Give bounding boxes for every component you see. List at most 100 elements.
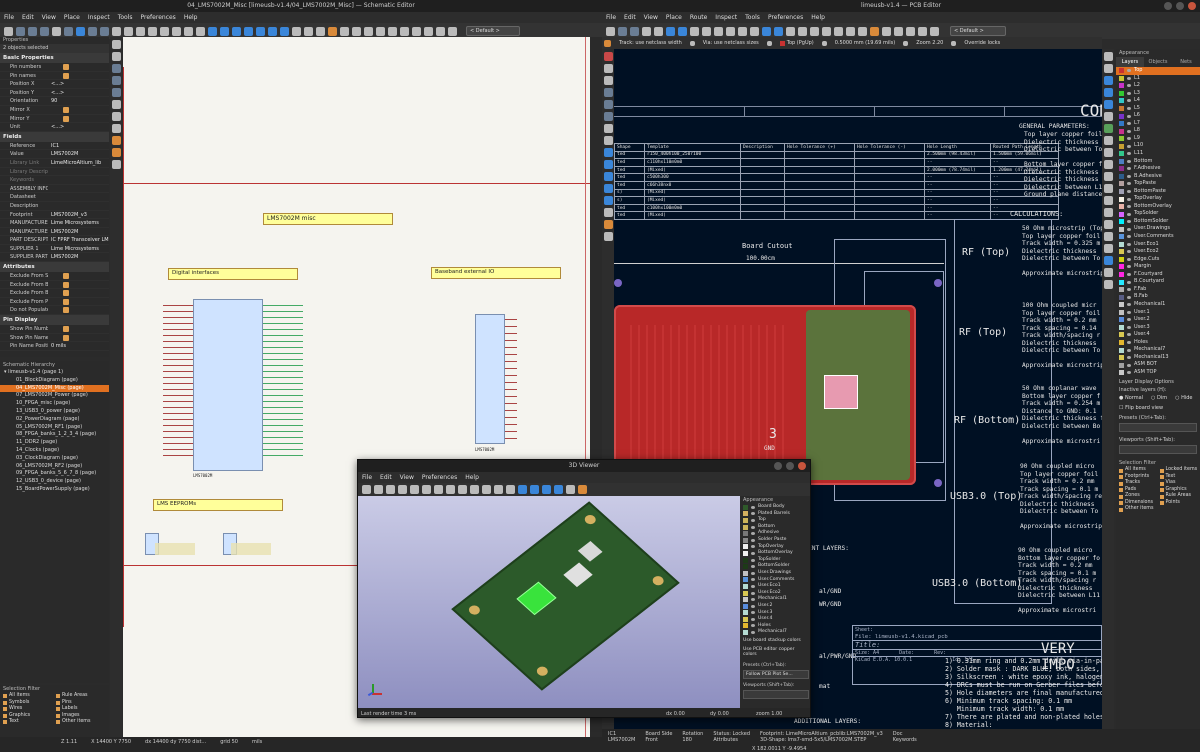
visibility-eye-icon[interactable] xyxy=(751,545,755,549)
property-value[interactable]: IC1 xyxy=(48,142,109,150)
visibility-eye-icon[interactable] xyxy=(751,518,755,522)
layer-row[interactable]: User.3 xyxy=(1116,324,1200,332)
baseband-io-symbol[interactable] xyxy=(475,314,505,444)
visibility-eye-icon[interactable] xyxy=(751,611,755,615)
visibility-eye-icon[interactable] xyxy=(1127,250,1131,254)
property-value[interactable] xyxy=(48,176,109,184)
property-row[interactable]: ASSEMBLY INFO xyxy=(0,185,109,194)
property-row[interactable]: SUPPLIER PART NLMS7002M xyxy=(0,253,109,263)
visibility-eye-icon[interactable] xyxy=(751,604,755,608)
rotate-x-icon[interactable] xyxy=(446,485,455,494)
net-navigator-icon[interactable] xyxy=(111,160,121,169)
symbol-fields-icon[interactable] xyxy=(340,26,349,36)
track-width-select[interactable]: Track: use netclass width xyxy=(619,40,682,46)
footprint-browser-icon[interactable] xyxy=(846,26,855,36)
property-row[interactable]: Datasheet xyxy=(0,193,109,202)
pin-display-header[interactable]: Pin Display xyxy=(0,315,109,326)
layer-row[interactable]: User.2 xyxy=(740,603,810,610)
layer-row[interactable]: BottomOverlay xyxy=(740,550,810,557)
property-row[interactable]: Exclude From Sim xyxy=(0,272,109,281)
menu-item[interactable]: Preferences xyxy=(768,12,803,23)
hierarchy-item[interactable]: 05_LMS7002M_RF1 (page) xyxy=(0,424,109,432)
layer-row[interactable]: L11 xyxy=(1116,150,1200,158)
update-from-schematic-icon[interactable] xyxy=(858,26,867,36)
hierarchy-root[interactable]: ▾ limeusb-v1.4 (page 1) xyxy=(0,369,109,377)
property-row[interactable]: Position X <...> xyxy=(0,80,109,89)
export-image-icon[interactable] xyxy=(362,485,371,494)
visibility-eye-icon[interactable] xyxy=(751,617,755,621)
page-setup-icon[interactable] xyxy=(654,26,663,36)
property-checkbox[interactable] xyxy=(63,307,69,314)
layer-chevron-icon[interactable] xyxy=(821,40,827,46)
filter-checkbox[interactable]: Other items xyxy=(1119,506,1160,513)
units-in-icon[interactable] xyxy=(111,64,121,73)
layer-row[interactable]: Mechanical7 xyxy=(1116,346,1200,354)
visibility-eye-icon[interactable] xyxy=(1127,325,1131,329)
board-setup-icon[interactable] xyxy=(642,26,651,36)
property-row[interactable]: Pin numbers xyxy=(0,63,109,72)
property-row[interactable]: Reference IC1 xyxy=(0,142,109,151)
property-checkbox[interactable] xyxy=(63,115,69,122)
layer-row[interactable]: B.Fab xyxy=(1116,293,1200,301)
menu-item[interactable]: Tools xyxy=(745,12,760,23)
rotate-z-icon[interactable] xyxy=(494,485,503,494)
add-text-icon[interactable] xyxy=(1103,208,1113,217)
refresh-pcb-icon[interactable] xyxy=(702,26,711,36)
property-checkbox[interactable] xyxy=(63,298,69,305)
pcb-board[interactable]: 3 GND xyxy=(614,305,916,485)
visibility-eye-icon[interactable] xyxy=(1127,114,1131,118)
copy-image-icon[interactable] xyxy=(374,485,383,494)
find-replace-icon[interactable] xyxy=(124,26,133,36)
scripting-icon[interactable] xyxy=(906,26,915,36)
cursor-style-icon[interactable] xyxy=(111,100,121,109)
property-value[interactable] xyxy=(48,306,63,314)
navigate-back-icon[interactable] xyxy=(220,26,229,36)
properties-toggle-icon[interactable] xyxy=(111,148,121,157)
layer-row[interactable]: Margin xyxy=(1116,263,1200,271)
layer-row[interactable]: Edge.Cuts xyxy=(1116,256,1200,264)
property-row[interactable]: Unit <...> xyxy=(0,123,109,132)
menu-item[interactable]: View xyxy=(400,472,414,483)
layer-pair-icon[interactable] xyxy=(882,26,891,36)
rotate-x-neg-icon[interactable] xyxy=(458,485,467,494)
plugin-icon[interactable] xyxy=(918,26,927,36)
hierarchy-nav-icon[interactable] xyxy=(111,136,121,145)
property-row[interactable]: Show Pin Name xyxy=(0,334,109,343)
property-row[interactable]: SUPPLIER 1 Lime Microsystems xyxy=(0,245,109,254)
visibility-eye-icon[interactable] xyxy=(1127,303,1131,307)
layer-row[interactable]: Adhesive xyxy=(740,530,810,537)
property-value[interactable] xyxy=(48,272,63,280)
menu-item[interactable]: Tools xyxy=(118,12,133,23)
visibility-eye-icon[interactable] xyxy=(1127,363,1131,367)
undo-icon[interactable] xyxy=(88,26,97,36)
layer-row[interactable]: BottomPaste xyxy=(1116,188,1200,196)
zoom-in-pcb-icon[interactable] xyxy=(714,26,723,36)
layer-row[interactable]: TopPaste xyxy=(1116,180,1200,188)
property-checkbox[interactable] xyxy=(63,326,69,333)
layer-row[interactable]: Mechanical1 xyxy=(1116,301,1200,309)
redo-icon[interactable] xyxy=(100,26,109,36)
schematic-editor-icon[interactable] xyxy=(930,26,939,36)
zoom-fit-pcb-icon[interactable] xyxy=(738,26,747,36)
layer-row[interactable]: B.Courtyard xyxy=(1116,278,1200,286)
cursor-icon[interactable] xyxy=(603,124,613,133)
visibility-eye-icon[interactable] xyxy=(751,571,755,575)
simulator-icon[interactable] xyxy=(388,26,397,36)
layer-row[interactable]: Holes xyxy=(1116,339,1200,347)
layer-row[interactable]: L7 xyxy=(1116,120,1200,128)
visibility-eye-icon[interactable] xyxy=(1127,371,1131,375)
visibility-eye-icon[interactable] xyxy=(751,598,755,602)
visibility-eye-icon[interactable] xyxy=(1127,91,1131,95)
property-row[interactable]: Library Description xyxy=(0,168,109,177)
hierarchy-item[interactable]: 03_ClockDiagram (page) xyxy=(0,455,109,463)
visibility-eye-icon[interactable] xyxy=(1127,122,1131,126)
grid-select[interactable]: 0.5000 mm (19.69 mils) xyxy=(835,40,895,46)
property-row[interactable]: Orientation 90 xyxy=(0,97,109,106)
property-checkbox[interactable] xyxy=(63,281,69,288)
visibility-eye-icon[interactable] xyxy=(1127,174,1131,178)
property-row[interactable]: Footprint LMS7002M_v3 xyxy=(0,211,109,220)
property-value[interactable] xyxy=(48,72,63,80)
add-rule-area-icon[interactable] xyxy=(1103,136,1113,145)
visibility-eye-icon[interactable] xyxy=(1127,159,1131,163)
add-via-icon[interactable] xyxy=(1103,112,1113,121)
